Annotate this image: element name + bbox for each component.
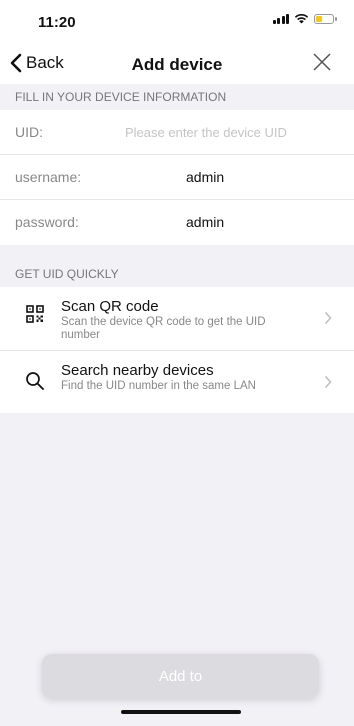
add-to-button[interactable]: Add to: [42, 654, 319, 698]
scan-qr-code-option[interactable]: Scan QR code Scan the device QR code to …: [0, 287, 354, 351]
page-title: Add device: [131, 55, 223, 74]
username-label: username:: [15, 169, 82, 185]
chevron-right-icon: [324, 311, 332, 325]
password-field[interactable]: admin: [186, 214, 224, 230]
home-indicator[interactable]: [121, 710, 241, 714]
username-field[interactable]: admin: [186, 169, 224, 185]
get-uid-section-header: GET UID QUICKLY: [0, 261, 354, 287]
close-icon[interactable]: [312, 52, 332, 72]
status-bar: 11:20: [0, 0, 354, 44]
wifi-icon: [294, 14, 309, 24]
username-row: username: admin: [0, 155, 354, 200]
signal-icon: [272, 13, 289, 24]
password-label: password:: [15, 214, 79, 230]
password-row: password: admin: [0, 200, 354, 245]
search-icon: [26, 372, 44, 390]
chevron-right-icon: [324, 375, 332, 389]
battery-icon: [314, 13, 337, 24]
device-info-form: UID: username: admin password: admin: [0, 110, 354, 245]
uid-row: UID:: [0, 110, 354, 155]
uid-input[interactable]: [120, 120, 344, 144]
get-uid-options: Scan QR code Scan the device QR code to …: [0, 287, 354, 413]
qr-code-icon: [26, 305, 44, 323]
search-nearby-devices-description: Find the UID number in the same LAN: [61, 380, 256, 392]
navigation-bar: Back Add device: [0, 44, 354, 84]
search-nearby-devices-option[interactable]: Search nearby devices Find the UID numbe…: [0, 351, 354, 413]
status-time: 11:20: [38, 14, 76, 31]
search-nearby-devices-title: Search nearby devices: [61, 362, 214, 379]
status-icons: [272, 13, 337, 24]
scan-qr-code-title: Scan QR code: [61, 298, 159, 315]
scan-qr-code-description: Scan the device QR code to get the UID n…: [61, 316, 266, 341]
uid-label: UID:: [15, 124, 43, 140]
device-info-section-header: FILL IN YOUR DEVICE INFORMATION: [0, 84, 354, 110]
